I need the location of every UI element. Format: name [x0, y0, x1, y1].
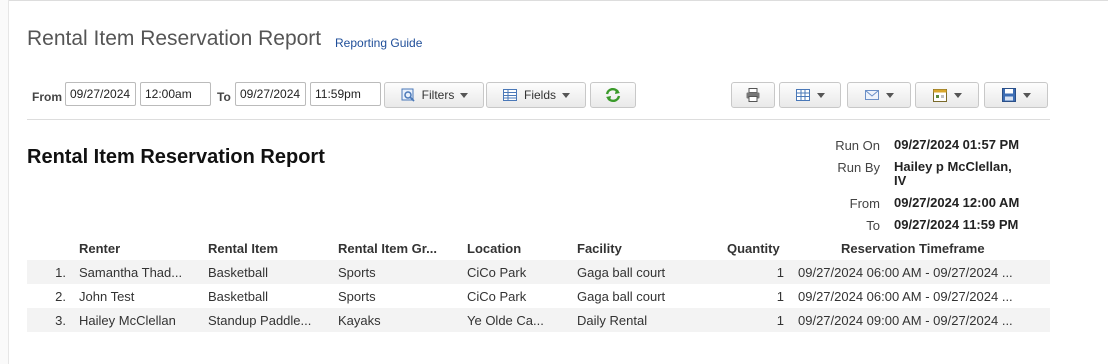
facility-cell: Daily Rental — [577, 313, 648, 328]
calendar-icon — [932, 87, 948, 103]
row-number: 2. — [55, 289, 66, 304]
chevron-down-icon — [817, 92, 825, 98]
rental-item-group-cell: Kayaks — [338, 313, 381, 328]
facility-cell: Gaga ball court — [577, 265, 666, 280]
location-cell: CiCo Park — [467, 265, 527, 280]
refresh-icon — [604, 86, 622, 104]
filters-button[interactable]: Filters — [384, 82, 484, 108]
to-meta-label: To — [866, 218, 880, 233]
save-icon — [1001, 87, 1017, 103]
run-by-value-line1: Hailey p McClellan, — [894, 159, 1012, 174]
column-header-quantity[interactable]: Quantity — [727, 241, 780, 256]
location-cell: CiCo Park — [467, 289, 527, 304]
rental-item-cell: Basketball — [208, 289, 268, 304]
chevron-down-icon — [954, 92, 962, 98]
to-date-input[interactable] — [235, 82, 306, 106]
location-cell: Ye Olde Ca... — [467, 313, 544, 328]
row-number: 1. — [55, 265, 66, 280]
run-by-label: Run By — [837, 160, 880, 175]
filter-icon — [400, 87, 416, 103]
column-header-reservation-timeframe[interactable]: Reservation Timeframe — [841, 241, 985, 256]
column-header-rental-item[interactable]: Rental Item — [208, 241, 278, 256]
renter-cell: John Test — [79, 289, 135, 304]
row-number: 3. — [55, 313, 66, 328]
page-title: Rental Item Reservation Report — [27, 27, 322, 50]
fields-label: Fields — [523, 88, 556, 102]
run-by-value-line2: IV — [894, 173, 907, 188]
run-on-label: Run On — [835, 138, 880, 153]
column-header-location[interactable]: Location — [467, 241, 521, 256]
calendar-button[interactable] — [915, 82, 979, 108]
quantity-cell: 1 — [776, 265, 784, 280]
reporting-guide-link[interactable]: Reporting Guide — [335, 36, 422, 50]
fields-icon — [502, 87, 518, 103]
print-button[interactable] — [731, 82, 775, 108]
renter-cell: Hailey McClellan — [79, 313, 176, 328]
table-row[interactable]: 1. Samantha Thad... Basketball Sports Ci… — [27, 260, 1050, 284]
quantity-cell: 1 — [776, 313, 784, 328]
from-meta-label: From — [849, 196, 880, 211]
rental-item-cell: Standup Paddle... — [208, 313, 312, 328]
table-row[interactable]: 3. Hailey McClellan Standup Paddle... Ka… — [27, 308, 1050, 332]
from-label: From — [32, 90, 62, 104]
from-time-input[interactable] — [140, 82, 211, 106]
column-header-renter[interactable]: Renter — [79, 241, 120, 256]
timeframe-cell: 09/27/2024 06:00 AM - 09/27/2024 ... — [798, 265, 1013, 280]
grid-view-button[interactable] — [779, 82, 841, 108]
from-meta-value: 09/27/2024 12:00 AM — [894, 195, 1020, 210]
grid-view-icon — [795, 87, 811, 103]
from-date-input[interactable] — [65, 82, 136, 106]
filters-label: Filters — [421, 88, 455, 102]
rental-item-group-cell: Sports — [338, 265, 376, 280]
to-meta-value: 09/27/2024 11:59 PM — [894, 217, 1019, 232]
quantity-cell: 1 — [776, 289, 784, 304]
email-button[interactable] — [847, 82, 911, 108]
top-border — [0, 0, 1108, 1]
run-on-value: 09/27/2024 01:57 PM — [894, 137, 1020, 152]
rental-item-group-cell: Sports — [338, 289, 376, 304]
table-row[interactable]: 2. John Test Basketball Sports CiCo Park… — [27, 284, 1050, 308]
fields-button[interactable]: Fields — [486, 82, 586, 108]
print-icon — [745, 87, 761, 103]
chevron-down-icon — [886, 92, 894, 98]
rental-item-cell: Basketball — [208, 265, 268, 280]
chevron-down-icon — [460, 92, 469, 98]
toolbar-divider — [27, 119, 1050, 120]
column-header-facility[interactable]: Facility — [577, 241, 622, 256]
column-header-rental-item-group[interactable]: Rental Item Gr... — [338, 241, 437, 256]
refresh-button[interactable] — [590, 82, 636, 108]
chevron-down-icon — [1023, 92, 1031, 98]
to-time-input[interactable] — [310, 82, 381, 106]
to-label: To — [217, 90, 231, 104]
save-button[interactable] — [984, 82, 1048, 108]
left-rail — [0, 0, 9, 364]
chevron-down-icon — [562, 92, 570, 98]
report-title: Rental Item Reservation Report — [27, 146, 325, 168]
email-icon — [864, 87, 880, 103]
facility-cell: Gaga ball court — [577, 289, 666, 304]
timeframe-cell: 09/27/2024 06:00 AM - 09/27/2024 ... — [798, 289, 1013, 304]
timeframe-cell: 09/27/2024 09:00 AM - 09/27/2024 ... — [798, 313, 1013, 328]
run-by-value: Hailey p McClellan, IV — [894, 160, 1044, 188]
renter-cell: Samantha Thad... — [79, 265, 183, 280]
